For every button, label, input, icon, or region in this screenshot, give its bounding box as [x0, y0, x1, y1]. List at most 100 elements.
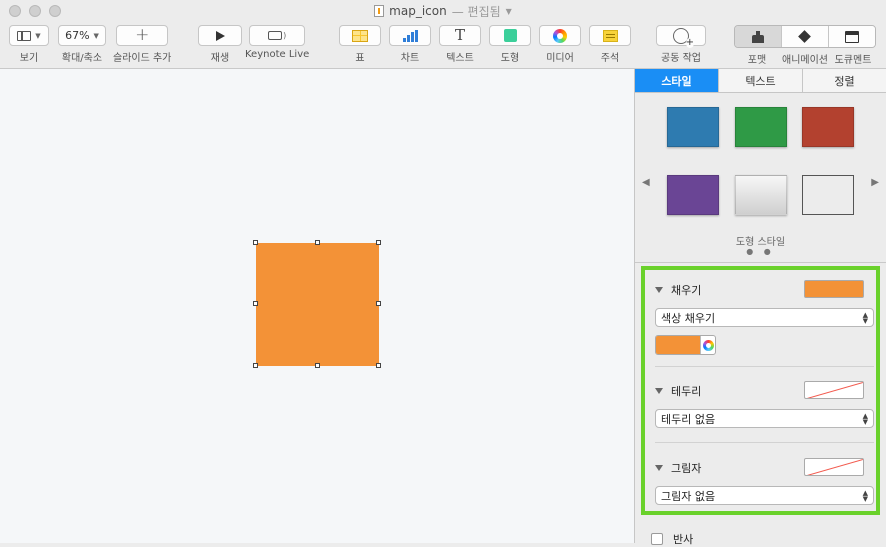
animate-label: 애니메이션 — [782, 55, 828, 66]
format-label: 포맷 — [747, 55, 767, 66]
border-color-well[interactable] — [804, 381, 864, 399]
zoom-value: 67% — [65, 29, 90, 42]
play-button[interactable] — [198, 25, 242, 46]
zoom-control: 67% ▼ 확대/축소 — [58, 25, 106, 64]
shadow-type-select[interactable]: 그림자 없음 ▲ ▼ — [655, 486, 874, 505]
collaborate-button[interactable] — [656, 25, 706, 48]
play-icon — [215, 30, 225, 41]
text-control: T 텍스트 — [439, 25, 481, 64]
border-title: 테두리 — [671, 385, 702, 398]
text-icon: T — [454, 26, 465, 44]
media-button[interactable] — [539, 25, 581, 46]
tab-text[interactable]: 텍스트 — [718, 69, 802, 92]
media-control: 미디어 — [539, 25, 581, 64]
inspector-tabs: 스타일 텍스트 정렬 — [635, 69, 886, 93]
resize-handle-top-right[interactable] — [376, 240, 381, 245]
border-header[interactable]: 테두리 — [655, 383, 701, 399]
format-button[interactable] — [735, 26, 781, 47]
view-control: ▼ 보기 — [9, 25, 49, 64]
minimize-window-button[interactable] — [29, 5, 41, 17]
color-wheel-icon — [702, 339, 714, 351]
fill-color-picker[interactable] — [655, 335, 716, 355]
plus-icon: + — [135, 25, 150, 45]
previous-styles-arrow-icon[interactable]: ◀ — [642, 177, 650, 188]
shape-styles-gallery: ◀ ▶ 도형 스타일 ● ● — [635, 93, 886, 263]
collaborate-icon — [673, 27, 695, 48]
border-type-value: 테두리 없음 — [661, 412, 716, 426]
shadow-type-value: 그림자 없음 — [661, 489, 716, 503]
shape-label: 도형 — [500, 53, 520, 64]
close-window-button[interactable] — [9, 5, 21, 17]
tab-style[interactable]: 스타일 — [635, 69, 718, 92]
sidebar-view-icon — [17, 30, 32, 41]
shape-button[interactable] — [489, 25, 531, 46]
chart-control: 차트 — [389, 25, 431, 64]
updown-arrows-icon: ▲ ▼ — [862, 411, 868, 426]
fill-color-swatch[interactable] — [656, 336, 700, 354]
color-wheel-button[interactable] — [700, 336, 715, 354]
fill-color-well[interactable] — [804, 280, 864, 298]
border-type-select[interactable]: 테두리 없음 ▲ ▼ — [655, 409, 874, 428]
shape-icon — [503, 29, 517, 42]
zoom-label: 확대/축소 — [61, 53, 103, 64]
keynote-live-label: Keynote Live — [245, 49, 310, 60]
resize-handle-bottom[interactable] — [315, 363, 320, 368]
chart-icon — [402, 29, 418, 42]
inspector-segmented-control — [734, 25, 876, 48]
media-label: 미디어 — [546, 53, 574, 64]
disclosure-triangle-icon — [655, 287, 663, 293]
shadow-title: 그림자 — [671, 462, 702, 475]
fill-header[interactable]: 채우기 — [655, 282, 701, 298]
shadow-color-well[interactable] — [804, 458, 864, 476]
resize-handle-right[interactable] — [376, 301, 381, 306]
zoom-button[interactable]: 67% ▼ — [58, 25, 106, 46]
format-inspector: 스타일 텍스트 정렬 ◀ ▶ 도형 스타일 ● ● 채우기 색상 채우기 ▲▼ — [635, 69, 886, 546]
keynote-live-control: ) Keynote Live — [245, 25, 309, 60]
add-slide-button[interactable]: + — [116, 25, 169, 46]
table-label: 표 — [355, 53, 365, 64]
collaborate-label: 공동 작업 — [661, 53, 701, 64]
style-swatch-green[interactable] — [735, 107, 787, 147]
zoom-window-button[interactable] — [49, 5, 61, 17]
document-button[interactable] — [828, 26, 875, 47]
document-icon — [374, 5, 385, 17]
style-swatch-purple[interactable] — [667, 175, 719, 215]
play-label: 재생 — [210, 53, 230, 64]
text-button[interactable]: T — [439, 25, 481, 46]
comment-button[interactable] — [589, 25, 631, 46]
shadow-header[interactable]: 그림자 — [655, 460, 701, 476]
page-indicator-dots[interactable]: ● ● — [635, 247, 886, 256]
resize-handle-bottom-right[interactable] — [376, 363, 381, 368]
animate-button[interactable] — [781, 26, 828, 47]
tab-arrange[interactable]: 정렬 — [802, 69, 886, 92]
chevron-down-icon: ▼ — [505, 6, 512, 16]
reflection-option[interactable]: 반사 — [651, 531, 693, 547]
window-title[interactable]: map_icon — 편집됨 ▼ — [374, 3, 512, 20]
table-button[interactable] — [339, 25, 381, 46]
view-button[interactable]: ▼ — [9, 25, 49, 46]
chart-button[interactable] — [389, 25, 431, 46]
style-swatch-blue[interactable] — [667, 107, 719, 147]
add-slide-label: 슬라이드 추가 — [113, 53, 172, 64]
disclosure-triangle-icon — [655, 388, 663, 394]
style-swatch-red[interactable] — [802, 107, 854, 147]
section-divider — [655, 366, 874, 367]
resize-handle-top-left[interactable] — [253, 240, 258, 245]
next-styles-arrow-icon[interactable]: ▶ — [871, 177, 879, 188]
toolbar: ▼ 보기 67% ▼ 확대/축소 + 슬라이드 추가 재생 ) Keynote … — [0, 22, 886, 69]
style-swatch-white-outline[interactable] — [802, 175, 854, 215]
resize-handle-top[interactable] — [315, 240, 320, 245]
chevron-down-icon: ▼ — [93, 31, 99, 40]
keynote-live-button[interactable]: ) — [249, 25, 306, 46]
resize-handle-left[interactable] — [253, 301, 258, 306]
fill-type-select[interactable]: 색상 채우기 ▲ ▼ — [655, 308, 874, 327]
slide-canvas[interactable] — [0, 69, 635, 543]
fill-title: 채우기 — [671, 284, 702, 297]
resize-handle-bottom-left[interactable] — [253, 363, 258, 368]
style-swatch-gray-gradient[interactable] — [735, 175, 787, 215]
reflection-checkbox[interactable] — [651, 533, 663, 545]
text-label: 텍스트 — [446, 53, 474, 64]
selected-square-shape[interactable] — [256, 243, 379, 366]
comment-control: 주석 — [589, 25, 631, 64]
table-icon — [352, 29, 368, 42]
